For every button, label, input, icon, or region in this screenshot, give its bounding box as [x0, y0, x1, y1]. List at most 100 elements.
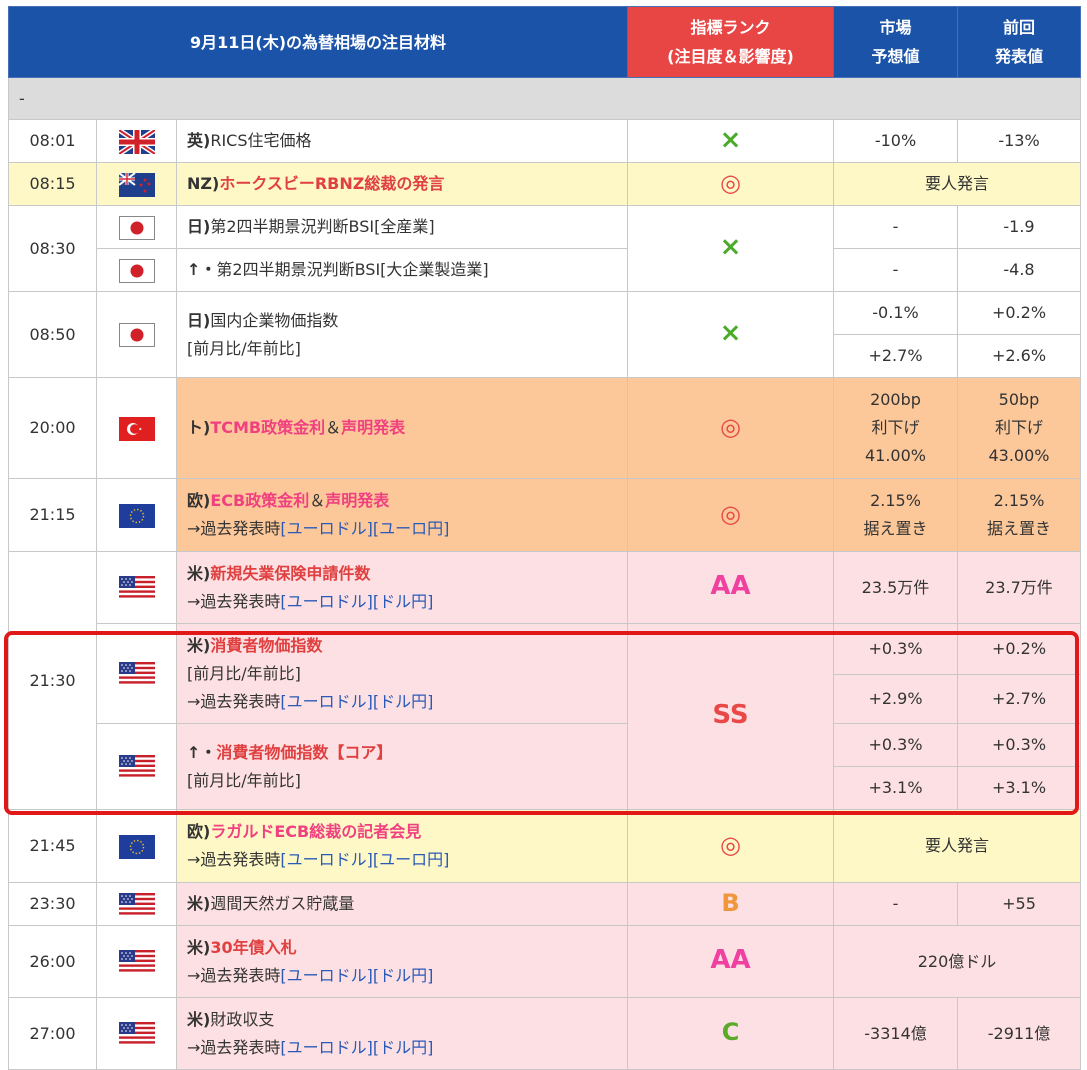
eurjpy-link[interactable]: [ユーロ円] — [373, 519, 450, 538]
event-name: 財政収支 — [210, 1009, 275, 1029]
merged-value: 220億ドル — [833, 925, 1081, 998]
usdjpy-link[interactable]: [ドル円] — [373, 592, 434, 611]
event-name[interactable]: ホークスビーRBNZ総裁の発言 — [219, 174, 444, 193]
us-flag-icon — [118, 755, 155, 779]
forecast-value: +0.3% — [833, 623, 958, 675]
eurjpy-link[interactable]: [ユーロ円] — [373, 850, 450, 869]
nz-flag-icon — [118, 172, 155, 197]
event-time: 08:15 — [8, 162, 97, 206]
economic-calendar-table: 9月11日(木)の為替相場の注目材料 指標ランク (注目度＆影響度) 市場 予想値 … — [8, 6, 1081, 1070]
japan-flag-icon — [118, 258, 155, 283]
table-row: 08:15 NZ)ホークスビーRBNZ総裁の発言 ◎ 要人発言 — [8, 162, 1081, 206]
table-title: 9月11日(木)の為替相場の注目材料 — [8, 6, 628, 78]
rank-header: 指標ランク (注目度＆影響度) — [627, 6, 834, 78]
event-time: 26:00 — [8, 925, 97, 998]
event-name: 国内企業物価指数 — [210, 310, 339, 330]
japan-flag-icon — [118, 323, 155, 347]
forecast-value: 23.5万件 — [833, 551, 958, 624]
event-name[interactable]: 消費者物価指数 — [210, 636, 322, 655]
previous-value: -13% — [957, 119, 1081, 163]
forecast-value: +3.1% — [833, 766, 958, 810]
rank-mark: ◎ — [720, 168, 741, 197]
event-name: RICS住宅価格 — [210, 131, 312, 150]
previous-header: 前回 発表値 — [957, 6, 1081, 78]
separator-row: - — [8, 77, 1081, 120]
previous-value: -4.8 — [957, 248, 1081, 292]
previous-value: +0.2% — [957, 291, 1081, 335]
event-name: 第2四半期景況判断BSI[大企業製造業] — [216, 260, 489, 279]
us-flag-icon — [118, 892, 155, 917]
eu-flag-icon — [118, 503, 155, 528]
event-name[interactable]: 声明発表 — [325, 491, 389, 510]
eurusd-link[interactable]: [ユーロドル] — [280, 850, 373, 869]
table-row: 米)消費者物価指数 [前月比/年前比] →過去発表時[ユーロドル][ドル円] SS … — [8, 623, 1081, 810]
rank-mark: SS — [712, 700, 749, 730]
merged-value: 要人発言 — [833, 809, 1081, 883]
event-time: 27:00 — [8, 997, 97, 1070]
rank-mark: ◎ — [720, 830, 741, 859]
event-name[interactable]: TCMB政策金利 — [210, 418, 325, 437]
us-flag-icon — [118, 576, 155, 600]
forecast-value: -3314億 — [833, 997, 958, 1070]
us-flag-icon — [118, 662, 155, 686]
forecast-value: - — [833, 882, 958, 926]
eu-flag-icon — [118, 834, 155, 859]
event-time: 08:50 — [8, 291, 97, 378]
event-time: 08:01 — [8, 119, 97, 163]
rank-mark: × — [719, 232, 742, 262]
event-name: 第2四半期景況判断BSI[全産業] — [210, 217, 435, 236]
forecast-value: - — [833, 248, 958, 292]
forecast-value: 2.15% 据え置き — [833, 478, 958, 552]
previous-value: -2911億 — [957, 997, 1081, 1070]
uk-flag-icon — [118, 129, 155, 154]
event-time: 21:45 — [8, 809, 97, 883]
event-name[interactable]: 声明発表 — [341, 418, 405, 437]
previous-value: 50bp 利下げ 43.00% — [957, 377, 1081, 479]
forecast-value: - — [833, 205, 958, 249]
forecast-value: +0.3% — [833, 723, 958, 767]
turkey-flag-icon — [118, 416, 155, 441]
previous-value: +55 — [957, 882, 1081, 926]
previous-value: +2.6% — [957, 334, 1081, 378]
usdjpy-link[interactable]: [ドル円] — [373, 692, 434, 711]
table-header-row: 9月11日(木)の為替相場の注目材料 指標ランク (注目度＆影響度) 市場 予想値 … — [8, 6, 1081, 78]
event-name[interactable]: 新規失業保険申請件数 — [210, 564, 370, 583]
table-row: 21:45 欧)ラガルドECB総裁の記者会見 →過去発表時[ユーロドル][ユーロ円… — [8, 809, 1081, 883]
rank-mark: C — [721, 1018, 740, 1046]
forecast-value: 200bp 利下げ 41.00% — [833, 377, 958, 479]
forecast-header: 市場 予想値 — [833, 6, 958, 78]
us-flag-icon — [118, 950, 155, 974]
event-time: 21:15 — [8, 478, 97, 552]
forecast-value: +2.9% — [833, 674, 958, 724]
rank-mark: AA — [710, 945, 751, 975]
table-row: 21:15 欧)ECB政策金利＆声明発表 →過去発表時[ユーロドル][ユーロ円] … — [8, 478, 1081, 552]
previous-value: -1.9 — [957, 205, 1081, 249]
eurusd-link[interactable]: [ユーロドル] — [280, 1038, 373, 1057]
previous-value: +0.3% — [957, 723, 1081, 767]
event-name[interactable]: ラガルドECB総裁の記者会見 — [210, 822, 421, 841]
eurusd-link[interactable]: [ユーロドル] — [280, 519, 373, 538]
previous-value: +2.7% — [957, 674, 1081, 724]
eurusd-link[interactable]: [ユーロドル] — [280, 966, 373, 985]
usdjpy-link[interactable]: [ドル円] — [373, 966, 434, 985]
eurusd-link[interactable]: [ユーロドル] — [280, 592, 373, 611]
usdjpy-link[interactable]: [ドル円] — [373, 1038, 434, 1057]
calendar-page: 9月11日(木)の為替相場の注目材料 指標ランク (注目度＆影響度) 市場 予想値 … — [0, 0, 1087, 1070]
us-flag-icon — [118, 1022, 155, 1046]
rank-mark: AA — [710, 571, 751, 601]
event-time: 08:30 — [8, 205, 97, 292]
event-name[interactable]: 消費者物価指数【コア】 — [216, 743, 392, 762]
merged-value: 要人発言 — [833, 162, 1081, 206]
rank-mark: × — [719, 318, 742, 348]
japan-flag-icon — [118, 215, 155, 240]
event-time: 20:00 — [8, 377, 97, 479]
table-row: 08:01 英)RICS住宅価格 × -10% -13% — [8, 119, 1081, 163]
table-row: 21:30 米)新規失業保険申請件数 →過去発表時[ユーロドル][ドル円] AA … — [8, 551, 1081, 810]
event-name[interactable]: 30年債入札 — [210, 938, 296, 957]
event-name[interactable]: ECB政策金利 — [210, 491, 309, 510]
eurusd-link[interactable]: [ユーロドル] — [280, 692, 373, 711]
table-row: 27:00 米)財政収支 →過去発表時[ユーロドル][ドル円] C -3314億 … — [8, 997, 1081, 1070]
forecast-value: -0.1% — [833, 291, 958, 335]
table-row: 20:00 ト)TCMB政策金利＆声明発表 ◎ 200bp 利下げ 41.00% 5… — [8, 377, 1081, 479]
rank-mark: ◎ — [720, 412, 741, 441]
